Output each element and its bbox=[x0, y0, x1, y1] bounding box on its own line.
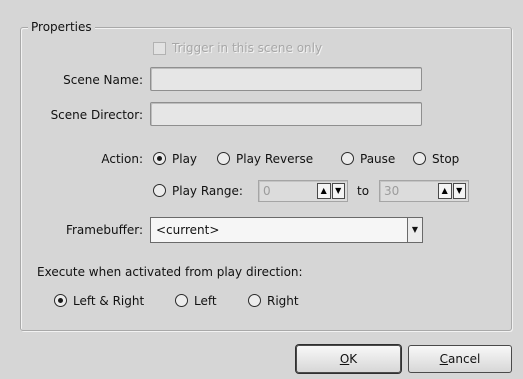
scene-name-input[interactable] bbox=[150, 67, 422, 91]
play-range-to-spinbox[interactable]: 30 ▲ ▼ bbox=[379, 180, 469, 202]
trigger-checkbox[interactable] bbox=[153, 42, 166, 55]
scene-director-input[interactable] bbox=[150, 102, 422, 126]
spin-down-icon[interactable]: ▼ bbox=[331, 183, 345, 199]
action-option-play: Play bbox=[172, 152, 198, 166]
framebuffer-combobox[interactable]: <current> ▼ bbox=[150, 217, 423, 243]
execute-option-left: Left bbox=[194, 294, 217, 308]
cancel-mnemonic: C bbox=[439, 352, 449, 366]
trigger-label: Trigger in this scene only bbox=[172, 41, 323, 55]
cancel-label-rest: ancel bbox=[448, 352, 481, 366]
action-radio-play[interactable] bbox=[153, 152, 166, 165]
action-radio-play-reverse[interactable] bbox=[217, 152, 230, 165]
action-option-play-reverse: Play Reverse bbox=[236, 152, 314, 166]
action-option-stop: Stop bbox=[432, 152, 460, 166]
play-range-from-spinbox[interactable]: 0 ▲ ▼ bbox=[258, 180, 348, 202]
play-range-to-label: to bbox=[357, 184, 370, 198]
play-range-to-value: 30 bbox=[384, 184, 400, 198]
execute-label: Execute when activated from play directi… bbox=[37, 265, 303, 279]
ok-mnemonic: O bbox=[339, 352, 350, 366]
scene-name-label: Scene Name: bbox=[63, 73, 143, 87]
action-label: Action: bbox=[101, 152, 143, 166]
play-range-to-stepper[interactable]: ▲ ▼ bbox=[438, 183, 466, 199]
spin-up-icon[interactable]: ▲ bbox=[438, 183, 452, 199]
play-range-from-value: 0 bbox=[263, 184, 271, 198]
scene-director-label: Scene Director: bbox=[50, 108, 143, 122]
execute-option-left-right: Left & Right bbox=[73, 294, 145, 308]
execute-radio-left[interactable] bbox=[175, 294, 188, 307]
execute-radio-left-right[interactable] bbox=[54, 294, 67, 307]
execute-option-right: Right bbox=[267, 294, 299, 308]
framebuffer-value: <current> bbox=[156, 223, 220, 237]
framebuffer-label: Framebuffer: bbox=[65, 223, 143, 237]
properties-legend: Properties bbox=[28, 19, 95, 35]
play-range-from-stepper[interactable]: ▲ ▼ bbox=[317, 183, 345, 199]
chevron-down-icon[interactable]: ▼ bbox=[407, 218, 422, 242]
ok-label-rest: K bbox=[349, 352, 358, 366]
spin-down-icon[interactable]: ▼ bbox=[452, 183, 466, 199]
action-radio-stop[interactable] bbox=[413, 152, 426, 165]
action-radio-play-range[interactable] bbox=[153, 184, 166, 197]
action-option-pause: Pause bbox=[360, 152, 396, 166]
spin-up-icon[interactable]: ▲ bbox=[317, 183, 331, 199]
play-range-label: Play Range: bbox=[172, 184, 243, 198]
action-radio-pause[interactable] bbox=[341, 152, 354, 165]
ok-button[interactable]: OK bbox=[296, 345, 401, 373]
cancel-button[interactable]: Cancel bbox=[408, 345, 512, 373]
execute-radio-right[interactable] bbox=[248, 294, 261, 307]
